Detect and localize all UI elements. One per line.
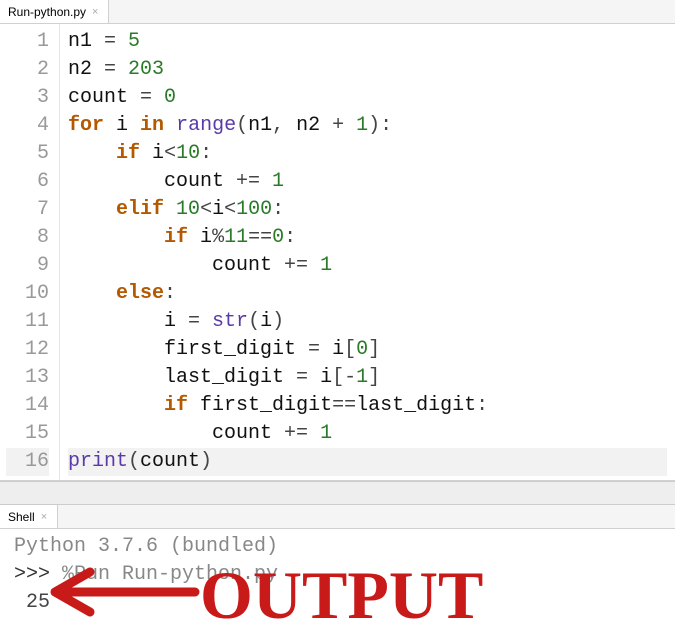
code-line: if i<10:: [68, 140, 667, 168]
shell-prompt: >>>: [14, 563, 62, 586]
line-number: 5: [6, 140, 49, 168]
line-number: 10: [6, 280, 49, 308]
code-line: last_digit = i[-1]: [68, 364, 667, 392]
shell-tab-bar: Shell ×: [0, 505, 675, 529]
line-number: 12: [6, 336, 49, 364]
file-tab[interactable]: Run-python.py ×: [0, 0, 109, 23]
line-number: 3: [6, 84, 49, 112]
line-number: 13: [6, 364, 49, 392]
code-line: if first_digit==last_digit:: [68, 392, 667, 420]
code-line: count += 1: [68, 252, 667, 280]
code-line: n2 = 203: [68, 56, 667, 84]
line-number: 8: [6, 224, 49, 252]
code-line: print(count): [68, 448, 667, 476]
shell-command: %Run Run-python.py: [62, 563, 278, 586]
code-line: count += 1: [68, 420, 667, 448]
code-line: first_digit = i[0]: [68, 336, 667, 364]
code-line: n1 = 5: [68, 28, 667, 56]
line-number: 11: [6, 308, 49, 336]
code-area[interactable]: n1 = 5n2 = 203count = 0for i in range(n1…: [60, 24, 675, 480]
shell-pane[interactable]: Python 3.7.6 (bundled) >>> %Run Run-pyth…: [0, 529, 675, 621]
editor-pane: 12345678910111213141516 n1 = 5n2 = 203co…: [0, 24, 675, 481]
file-tab-label: Run-python.py: [8, 5, 86, 19]
pane-divider[interactable]: [0, 481, 675, 505]
code-line: for i in range(n1, n2 + 1):: [68, 112, 667, 140]
line-number: 15: [6, 420, 49, 448]
code-line: if i%11==0:: [68, 224, 667, 252]
close-icon[interactable]: ×: [39, 511, 49, 523]
line-number: 2: [6, 56, 49, 84]
code-line: elif 10<i<100:: [68, 196, 667, 224]
close-icon[interactable]: ×: [90, 6, 100, 18]
line-number: 6: [6, 168, 49, 196]
line-number: 4: [6, 112, 49, 140]
editor-tab-bar: Run-python.py ×: [0, 0, 675, 24]
line-number: 14: [6, 392, 49, 420]
code-line: count += 1: [68, 168, 667, 196]
line-number-gutter: 12345678910111213141516: [0, 24, 60, 480]
shell-banner: Python 3.7.6 (bundled): [14, 535, 278, 558]
line-number: 9: [6, 252, 49, 280]
line-number: 7: [6, 196, 49, 224]
code-line: count = 0: [68, 84, 667, 112]
line-number: 16: [6, 448, 49, 476]
shell-output: 25: [14, 591, 50, 614]
code-line: else:: [68, 280, 667, 308]
code-line: i = str(i): [68, 308, 667, 336]
shell-tab-label: Shell: [8, 510, 35, 524]
line-number: 1: [6, 28, 49, 56]
shell-tab[interactable]: Shell ×: [0, 505, 58, 528]
